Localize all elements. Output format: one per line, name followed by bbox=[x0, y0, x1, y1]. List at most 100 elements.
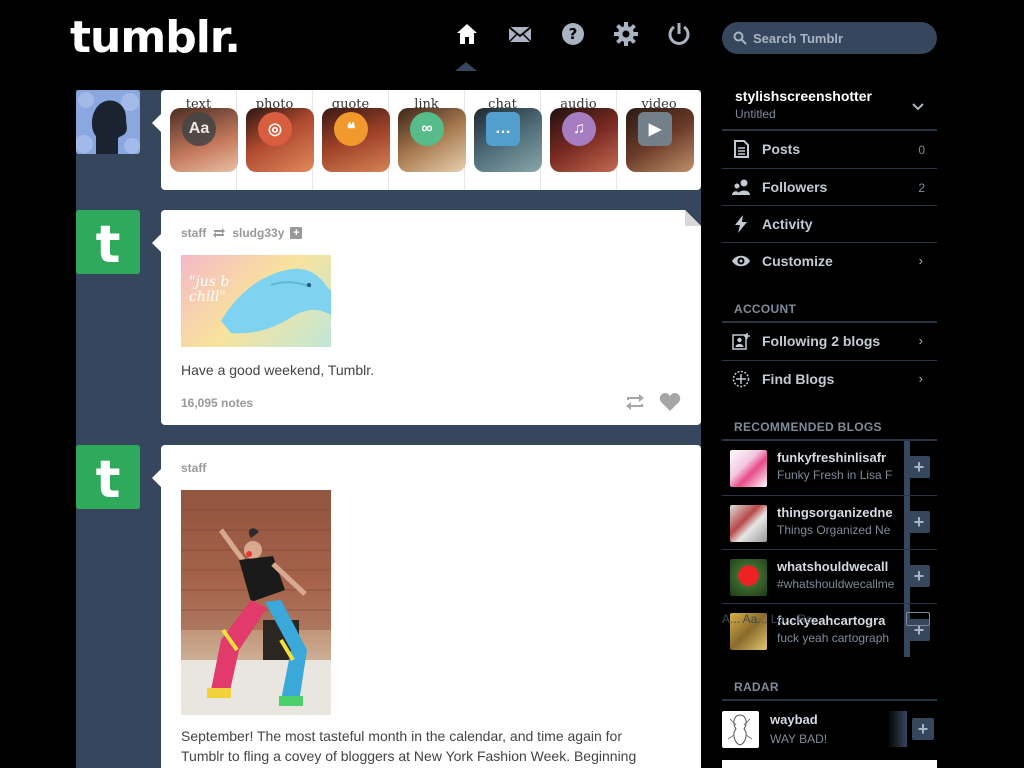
compose-chat-button[interactable]: chat … bbox=[465, 90, 542, 190]
sidebar-item-label: Posts bbox=[762, 141, 801, 157]
blog-title: waybad bbox=[770, 712, 818, 727]
video-camera-icon: ▶ bbox=[638, 112, 672, 146]
svg-text:?: ? bbox=[569, 25, 578, 43]
svg-text:t: t bbox=[96, 450, 121, 509]
chevron-right-icon: › bbox=[918, 371, 923, 386]
link-icon: ∞ bbox=[410, 112, 444, 146]
post-photo[interactable] bbox=[181, 490, 331, 715]
compose-photo-button[interactable]: photo ◎ bbox=[237, 90, 314, 190]
post-photo-caption: "jus b chill" bbox=[189, 274, 230, 305]
compose-label: video bbox=[641, 97, 677, 112]
post-pointer bbox=[152, 234, 161, 252]
compose-link-button[interactable]: link ∞ bbox=[389, 90, 466, 190]
post-card: staff September! The most tasteful month… bbox=[152, 445, 701, 768]
post-notes[interactable]: 16,095 notes bbox=[181, 396, 253, 410]
camera-icon: ◎ bbox=[258, 112, 292, 146]
post-body-line: Tumblr to fling a covey of bloggers at N… bbox=[181, 748, 637, 764]
like-button[interactable] bbox=[659, 392, 681, 417]
sidebar-item-activity[interactable]: Activity bbox=[722, 205, 937, 242]
post-author[interactable]: staff bbox=[181, 461, 206, 475]
staff-avatar[interactable]: t bbox=[76, 445, 140, 509]
post-pointer bbox=[152, 469, 161, 487]
post-photo[interactable]: "jus b chill" bbox=[181, 255, 331, 347]
follow-button[interactable]: + bbox=[908, 456, 930, 478]
sidebar-item-count: 0 bbox=[918, 143, 925, 157]
compose-quote-button[interactable]: quote ❝ bbox=[313, 90, 390, 190]
keyboard-icon[interactable] bbox=[906, 612, 930, 626]
active-nav-indicator bbox=[455, 62, 477, 71]
follow-button[interactable]: + bbox=[912, 718, 934, 740]
search-icon bbox=[733, 31, 747, 45]
recommended-blog-item[interactable]: funkyfreshinlisafr Funky Fresh in Lisa F… bbox=[722, 441, 937, 495]
sidebar-item-label: Following 2 blogs bbox=[762, 333, 881, 349]
mail-icon[interactable] bbox=[508, 22, 534, 48]
post-body: Have a good weekend, Tumblr. bbox=[181, 362, 375, 378]
compose-audio-button[interactable]: audio ♫ bbox=[541, 90, 618, 190]
recommended-blog-item[interactable]: thingsorganizedne Things Organized Ne + bbox=[722, 495, 937, 549]
sidebar-item-label: Followers bbox=[762, 179, 828, 195]
sidebar-item-customize[interactable]: Customize › bbox=[722, 242, 937, 279]
follow-button[interactable]: + bbox=[908, 511, 930, 533]
reblog-icon bbox=[626, 394, 644, 410]
svg-text:t: t bbox=[96, 215, 121, 274]
followers-icon bbox=[732, 179, 750, 195]
compose-label: quote bbox=[331, 97, 370, 112]
on-screen-keyboard-hint: A... Aa... Lo... Ra... bbox=[722, 612, 823, 626]
help-icon[interactable]: ? bbox=[561, 22, 587, 48]
blog-avatar bbox=[722, 711, 759, 748]
chevron-down-icon[interactable] bbox=[912, 100, 924, 114]
recommended-blog-item[interactable]: whatshouldwecall #whatshouldwecallme + bbox=[722, 549, 937, 603]
post-composer: text Aa photo ◎ quote ❝ link ∞ chat … au… bbox=[152, 90, 701, 190]
compose-label: link bbox=[414, 97, 439, 112]
sidebar-item-label: Customize bbox=[762, 253, 833, 269]
power-icon[interactable] bbox=[667, 22, 693, 48]
sidebar-item-count: 2 bbox=[918, 181, 925, 195]
search-placeholder: Search Tumblr bbox=[753, 31, 844, 46]
blog-description: #whatshouldwecallme bbox=[777, 577, 895, 591]
compose-label: audio bbox=[560, 97, 597, 112]
compose-label: chat bbox=[488, 97, 517, 112]
blog-description: WAY BAD! bbox=[770, 732, 828, 746]
compose-text-button[interactable]: text Aa bbox=[161, 90, 238, 190]
sidebar-item-find-blogs[interactable]: Find Blogs › bbox=[722, 360, 937, 397]
sidebar-item-label: Activity bbox=[762, 216, 813, 232]
blog-name[interactable]: stylishscreenshotter bbox=[735, 88, 872, 104]
home-icon[interactable] bbox=[455, 22, 481, 48]
radar-image-strip bbox=[887, 711, 907, 747]
follow-plus-icon[interactable]: + bbox=[290, 227, 303, 239]
reblog-icon bbox=[213, 228, 226, 238]
staff-avatar[interactable]: t bbox=[76, 210, 140, 274]
search-input[interactable]: Search Tumblr bbox=[722, 22, 937, 54]
follow-button[interactable]: + bbox=[908, 565, 930, 587]
post-header: staff sludg33y + bbox=[181, 226, 303, 240]
compass-icon bbox=[732, 370, 750, 388]
radar-heading: RADAR bbox=[734, 680, 779, 694]
recommended-heading: RECOMMENDED BLOGS bbox=[734, 420, 882, 434]
reblog-button[interactable] bbox=[624, 392, 646, 417]
following-icon bbox=[732, 333, 750, 350]
reblogged-from[interactable]: sludg33y bbox=[232, 226, 284, 240]
chevron-right-icon: › bbox=[918, 253, 923, 268]
lightning-icon bbox=[735, 215, 747, 233]
account-heading: ACCOUNT bbox=[734, 302, 797, 316]
post-author[interactable]: staff bbox=[181, 226, 206, 240]
compose-video-button[interactable]: video ▶ bbox=[617, 90, 701, 190]
blog-subtitle: Untitled bbox=[735, 107, 776, 121]
tumblr-logo[interactable]: tumblr. bbox=[70, 12, 241, 63]
sidebar-item-posts[interactable]: Posts 0 bbox=[722, 131, 937, 168]
sidebar-item-followers[interactable]: Followers 2 bbox=[722, 168, 937, 205]
radar-blog-item[interactable]: waybad WAY BAD! + bbox=[722, 701, 937, 759]
blog-avatar bbox=[730, 450, 767, 487]
settings-icon[interactable] bbox=[614, 22, 640, 48]
quote-icon: ❝ bbox=[334, 112, 368, 146]
chat-icon: … bbox=[486, 112, 520, 146]
heart-icon bbox=[659, 393, 681, 411]
post-header: staff bbox=[181, 461, 206, 475]
post-body-line: September! The most tasteful month in th… bbox=[181, 728, 622, 744]
user-avatar[interactable] bbox=[76, 90, 140, 154]
blog-description: Funky Fresh in Lisa F bbox=[777, 468, 893, 482]
chevron-right-icon: › bbox=[918, 333, 923, 348]
sidebar-item-following[interactable]: Following 2 blogs › bbox=[722, 323, 937, 360]
blog-title: whatshouldwecall bbox=[777, 559, 889, 574]
compose-label: photo bbox=[255, 97, 294, 112]
